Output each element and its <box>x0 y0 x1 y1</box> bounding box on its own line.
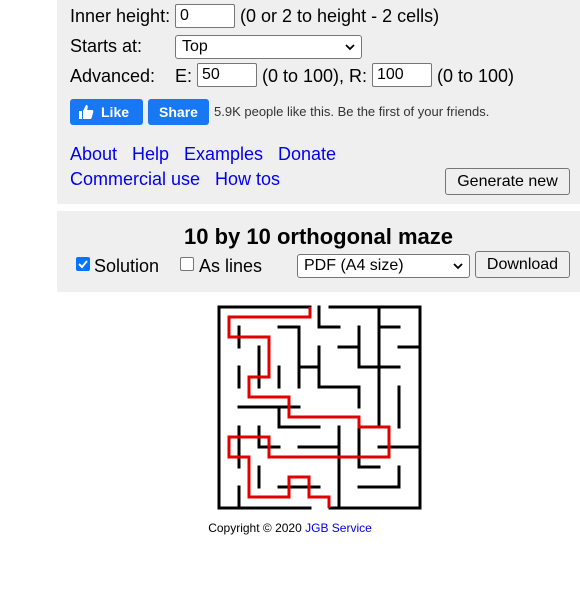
e-input[interactable]: 50 <box>197 63 257 87</box>
copyright-footer: Copyright © 2020 JGB Service <box>0 520 580 536</box>
maze-title: 10 by 10 orthogonal maze <box>184 224 453 249</box>
e-hint: (0 to 100), R: <box>262 66 368 86</box>
inner-height-hint: (0 or 2 to height - 2 cells) <box>240 6 440 26</box>
solution-checkbox[interactable] <box>76 257 90 271</box>
facebook-social-text: 5.9K people like this. Be the first of y… <box>214 104 490 119</box>
download-button[interactable]: Download <box>475 251 570 278</box>
donate-link[interactable]: Donate <box>278 143 336 165</box>
solution-label: Solution <box>94 256 160 276</box>
starts-at-value: Top <box>182 38 208 55</box>
as-lines-checkbox[interactable] <box>180 257 194 271</box>
checkmark-icon <box>78 260 88 269</box>
chevron-down-icon <box>345 44 355 51</box>
starts-at-label: Starts at: <box>70 36 143 56</box>
advanced-label: Advanced: <box>70 66 156 86</box>
copyright-text: Copyright © 2020 <box>208 521 302 535</box>
like-label: Like <box>101 104 130 120</box>
thumbs-up-icon <box>79 105 94 119</box>
inner-height-input[interactable]: 0 <box>175 4 235 28</box>
commercial-use-link[interactable]: Commercial use <box>70 168 200 190</box>
maze-panel: 10 by 10 orthogonal maze Solution As lin… <box>57 211 580 292</box>
facebook-share-button[interactable]: Share <box>148 99 209 125</box>
format-select[interactable]: PDF (A4 size) <box>297 254 470 278</box>
as-lines-label: As lines <box>199 256 263 276</box>
facebook-like-button[interactable]: Like <box>70 99 143 125</box>
starts-at-select[interactable]: Top <box>175 35 362 59</box>
inner-height-label: Inner height: <box>70 6 171 26</box>
about-link[interactable]: About <box>70 143 117 165</box>
r-hint: (0 to 100) <box>437 66 515 86</box>
maze-image <box>217 305 422 510</box>
how-tos-link[interactable]: How tos <box>215 168 280 190</box>
jgb-service-link[interactable]: JGB Service <box>305 521 372 535</box>
r-input[interactable]: 100 <box>372 63 432 87</box>
format-value: PDF (A4 size) <box>304 257 404 274</box>
examples-link[interactable]: Examples <box>184 143 263 165</box>
e-label: E: <box>175 66 193 86</box>
chevron-down-icon <box>453 263 463 270</box>
options-panel: Inner height: 0 (0 or 2 to height - 2 ce… <box>57 0 580 204</box>
help-link[interactable]: Help <box>132 143 169 165</box>
generate-new-button[interactable]: Generate new <box>445 168 570 195</box>
